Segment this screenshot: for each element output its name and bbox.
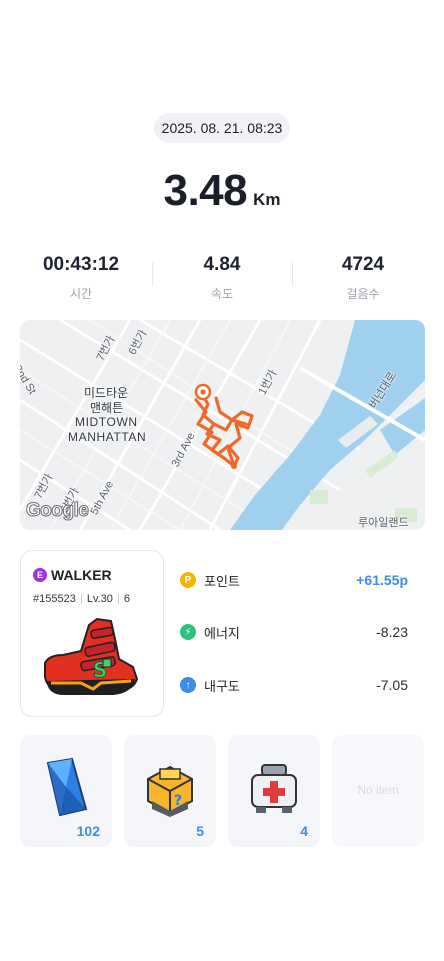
sneaker-card[interactable]: E WALKER #155523 Lv.30 6 S [20,550,164,717]
route-map[interactable]: 42nd St 7번가 6번가 미드타운 맨해튼 MIDTOWN MANHATT… [20,320,425,530]
stat-time-label: 시간 [69,287,93,301]
item-slot-medkit[interactable]: 4 [228,735,320,847]
energy-icon: ⚡ [180,624,196,640]
medkit-icon [251,764,297,813]
stats-row: 00:43:12 시간 4.84 속도 4724 걸음수 [0,254,444,304]
reward-point: P 포인트 +61.55p [180,568,410,592]
point-icon: P [180,572,196,588]
map-label-midtown-en: MIDTOWN [75,415,138,429]
sneaker-id: #155523 [33,593,76,605]
item-count: 5 [196,823,204,839]
gem-icon [46,757,88,817]
reward-energy-label: 에너지 [204,625,240,641]
distance-unit: Km [253,190,281,209]
stat-speed: 4.84 속도 [148,254,296,302]
sneaker-level: Lv.30 [86,593,113,605]
stat-steps: 4724 걸음수 [289,254,437,302]
reward-energy: ⚡ 에너지 -8.23 [180,620,410,644]
stat-speed-value: 4.84 [203,254,241,275]
map-label-manhattan-ko: 맨해튼 [90,401,124,415]
stat-speed-label: 속도 [210,287,234,301]
stat-time-value: 00:43:12 [42,254,120,275]
durability-icon: ↑ [180,677,196,693]
distance-value: 3.48 [163,166,248,215]
map-label-manhattan-en: MANHATTAN [68,430,147,444]
no-item-label: No item [357,783,399,797]
stat-steps-value: 4724 [341,254,385,275]
item-count: 102 [76,823,100,839]
distance-display: 3.48 Km [0,166,444,216]
map-label-island: 루아일랜드 [358,517,409,529]
sneaker-name: WALKER [51,567,112,583]
stat-time: 00:43:12 시간 [7,254,155,302]
reward-point-value: +61.55p [356,572,408,588]
google-logo: Google [25,500,89,522]
item-count: 4 [300,823,308,839]
reward-durability-label: 내구도 [204,678,240,694]
item-slot-mystery-box[interactable]: ? 5 [124,735,216,847]
stat-steps-label: 걸음수 [346,287,380,301]
date-pill: 2025. 08. 21. 08:23 [154,113,290,143]
divider [117,594,119,604]
svg-text:?: ? [174,793,182,809]
reward-durability: ↑ 내구도 -7.05 [180,673,410,697]
reward-point-label: 포인트 [204,573,240,589]
gender-icon: 6 [123,593,131,605]
sneaker-title: E WALKER [33,567,112,583]
item-slot-gem[interactable]: 102 [20,735,112,847]
rarity-badge: E [33,568,47,582]
sneaker-meta: #155523 Lv.30 6 [33,593,130,605]
item-slot-empty[interactable]: No item [332,735,424,847]
walk-datetime: 2025. 08. 21. 08:23 [161,120,283,136]
reward-energy-value: -8.23 [376,624,408,640]
divider [80,594,82,604]
reward-durability-value: -7.05 [376,677,408,693]
mystery-box-icon: ? [147,765,193,817]
sneaker-icon: S [44,617,139,695]
